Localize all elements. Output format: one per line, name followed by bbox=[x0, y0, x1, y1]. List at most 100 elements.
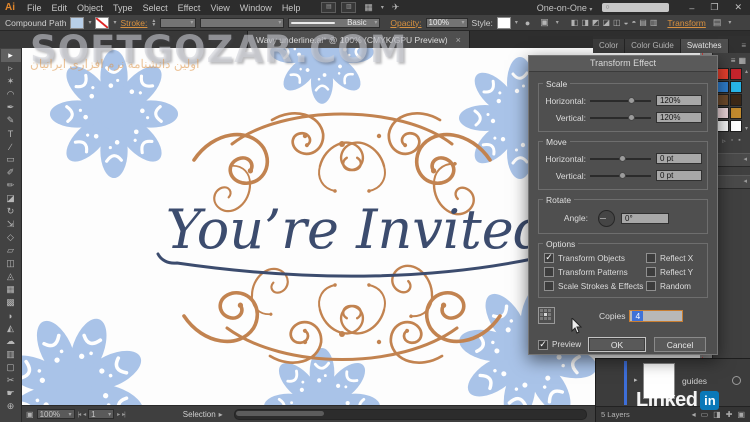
hand-tool[interactable]: ☛ bbox=[1, 387, 21, 400]
brush-definition-dropdown[interactable]: Basic ▾ bbox=[288, 17, 381, 28]
gradient-tool[interactable]: ▩ bbox=[1, 296, 21, 309]
scroll-up-icon[interactable]: ▴ bbox=[745, 68, 748, 75]
scale-vertical-slider[interactable] bbox=[589, 113, 651, 121]
scale-horizontal-field[interactable]: 120% bbox=[655, 95, 702, 106]
recolor-artwork-icon[interactable]: ● bbox=[522, 18, 533, 28]
color-swatch[interactable] bbox=[730, 68, 742, 80]
rotate-tool[interactable]: ↻ bbox=[1, 205, 21, 218]
scale-vertical-field[interactable]: 120% bbox=[655, 112, 702, 123]
cancel-button[interactable]: Cancel bbox=[654, 337, 706, 352]
document-setup-icon[interactable]: ▣ bbox=[537, 17, 552, 28]
blend-tool[interactable]: ◭ bbox=[1, 322, 21, 335]
color-swatch[interactable] bbox=[730, 81, 742, 93]
angle-dial[interactable] bbox=[598, 209, 615, 227]
reference-point-cell[interactable] bbox=[540, 317, 543, 320]
perspective-grid-tool[interactable]: ◬ bbox=[1, 270, 21, 283]
layer-thumbnail[interactable] bbox=[643, 363, 675, 399]
close-button[interactable]: ✕ bbox=[726, 2, 750, 13]
reference-point-cell[interactable] bbox=[544, 309, 547, 312]
chevron-down-icon[interactable]: ▾ bbox=[515, 19, 518, 26]
status-arrow-icon[interactable]: ▸ bbox=[219, 410, 223, 419]
tab-color-guide[interactable]: Color Guide bbox=[625, 39, 681, 53]
app-logo[interactable]: Ai bbox=[0, 2, 22, 13]
scroll-down-icon[interactable]: ▾ bbox=[745, 125, 748, 132]
move-vertical-slider[interactable] bbox=[589, 171, 651, 179]
menu-type[interactable]: Type bbox=[108, 3, 138, 13]
move-vertical-field[interactable]: 0 pt bbox=[655, 170, 702, 181]
chevron-down-icon[interactable]: ▾ bbox=[556, 19, 559, 26]
collapsed-panel-header[interactable]: ◂ bbox=[713, 175, 750, 189]
align-icon[interactable]: ◩ bbox=[592, 18, 600, 27]
grid-view-icon[interactable]: ▦ bbox=[738, 56, 746, 65]
slider-thumb[interactable] bbox=[618, 154, 626, 162]
reference-point-cell[interactable] bbox=[540, 309, 543, 312]
layer-name[interactable]: guides bbox=[682, 376, 707, 386]
menu-edit[interactable]: Edit bbox=[47, 3, 73, 13]
transform-link[interactable]: Transform bbox=[667, 18, 705, 28]
expand-layer-icon[interactable]: ▸ bbox=[634, 376, 638, 384]
invite-headline-text[interactable]: You’re Invited bbox=[166, 198, 548, 261]
restore-button[interactable]: ❐ bbox=[702, 2, 726, 13]
workspace-switcher[interactable]: One-on-One ▾ bbox=[537, 3, 593, 13]
checkbox-transform-patterns[interactable]: Transform Patterns bbox=[544, 266, 646, 278]
zoom-tool[interactable]: ⊕ bbox=[1, 400, 21, 413]
width-tool[interactable]: ◇ bbox=[1, 231, 21, 244]
style-swatch[interactable] bbox=[496, 16, 511, 29]
slider-thumb[interactable] bbox=[627, 113, 635, 121]
copies-input[interactable]: 4 bbox=[629, 309, 684, 322]
curvature-tool[interactable]: ✎ bbox=[1, 114, 21, 127]
scale-tool[interactable]: ⇲ bbox=[1, 218, 21, 231]
color-swatch[interactable] bbox=[730, 94, 742, 106]
align-icon[interactable]: ◧ bbox=[571, 18, 579, 27]
color-swatch[interactable] bbox=[717, 81, 729, 93]
menu-file[interactable]: File bbox=[22, 3, 47, 13]
align-icon[interactable]: ▥ bbox=[650, 18, 658, 27]
type-tool[interactable]: T bbox=[1, 127, 21, 140]
align-icon[interactable]: ◓ bbox=[631, 18, 636, 27]
reference-point-cell[interactable] bbox=[548, 317, 551, 320]
slider-thumb[interactable] bbox=[627, 96, 635, 104]
export-icon[interactable]: ▣ bbox=[26, 410, 34, 419]
color-swatch[interactable] bbox=[717, 107, 729, 119]
tab-swatches[interactable]: Swatches bbox=[680, 39, 729, 53]
opacity-link[interactable]: Opacity: bbox=[390, 18, 421, 28]
move-horizontal-field[interactable]: 0 pt bbox=[655, 153, 702, 164]
next-artboard-button[interactable]: ▸ bbox=[117, 411, 120, 418]
layers-panel-icon[interactable]: ✚ bbox=[726, 410, 733, 419]
share-icon[interactable]: ✈ bbox=[389, 2, 403, 13]
variable-width-profile-dropdown[interactable]: ▾ bbox=[200, 17, 285, 28]
mesh-tool[interactable]: ▦ bbox=[1, 283, 21, 296]
first-artboard-button[interactable]: |◂ bbox=[78, 411, 81, 418]
lasso-tool[interactable]: ◠ bbox=[1, 88, 21, 101]
align-icon[interactable]: ▤ bbox=[639, 18, 647, 27]
align-icon[interactable]: ◫ bbox=[613, 18, 621, 27]
panel-menu-icon[interactable]: ≡ bbox=[741, 41, 750, 53]
color-swatch[interactable] bbox=[730, 107, 742, 119]
angle-field[interactable]: 0° bbox=[621, 212, 669, 224]
shape-builder-tool[interactable]: ◫ bbox=[1, 257, 21, 270]
slider-thumb[interactable] bbox=[618, 171, 626, 179]
layers-panel-icon[interactable]: ▭ bbox=[701, 410, 709, 419]
checkbox-random[interactable]: Random bbox=[646, 280, 702, 292]
layers-panel-icon[interactable]: ◂ bbox=[692, 410, 696, 419]
close-tab-icon[interactable]: × bbox=[456, 35, 461, 45]
previous-artboard-button[interactable]: ◂ bbox=[83, 411, 86, 418]
stroke-weight-field[interactable]: ▾ bbox=[160, 17, 197, 28]
align-icon[interactable]: ◪ bbox=[602, 18, 610, 27]
menu-window[interactable]: Window bbox=[235, 3, 277, 13]
stroke-weight-stepper[interactable]: ▲ ▼ bbox=[151, 18, 156, 27]
eraser-tool[interactable]: ◪ bbox=[1, 192, 21, 205]
layers-panel-icon[interactable]: ▣ bbox=[737, 410, 745, 419]
selection-tool[interactable]: ▸ bbox=[0, 49, 21, 62]
menu-effect[interactable]: Effect bbox=[173, 3, 206, 13]
reference-point-cell[interactable] bbox=[544, 317, 547, 320]
rectangle-tool[interactable]: ▭ bbox=[1, 153, 21, 166]
scrollbar-thumb[interactable] bbox=[235, 410, 324, 416]
color-swatch[interactable] bbox=[717, 68, 729, 80]
stroke-color-swatch[interactable] bbox=[95, 16, 110, 29]
new-swatch-icon[interactable]: ▫ bbox=[731, 137, 733, 145]
menu-help[interactable]: Help bbox=[277, 3, 306, 13]
chevron-down-icon[interactable]: ▾ bbox=[88, 19, 91, 26]
minimize-button[interactable]: – bbox=[681, 3, 702, 13]
document-tab-active[interactable]: Wavy underline.ai* @ 100% (CMYK/GPU Prev… bbox=[248, 31, 470, 48]
